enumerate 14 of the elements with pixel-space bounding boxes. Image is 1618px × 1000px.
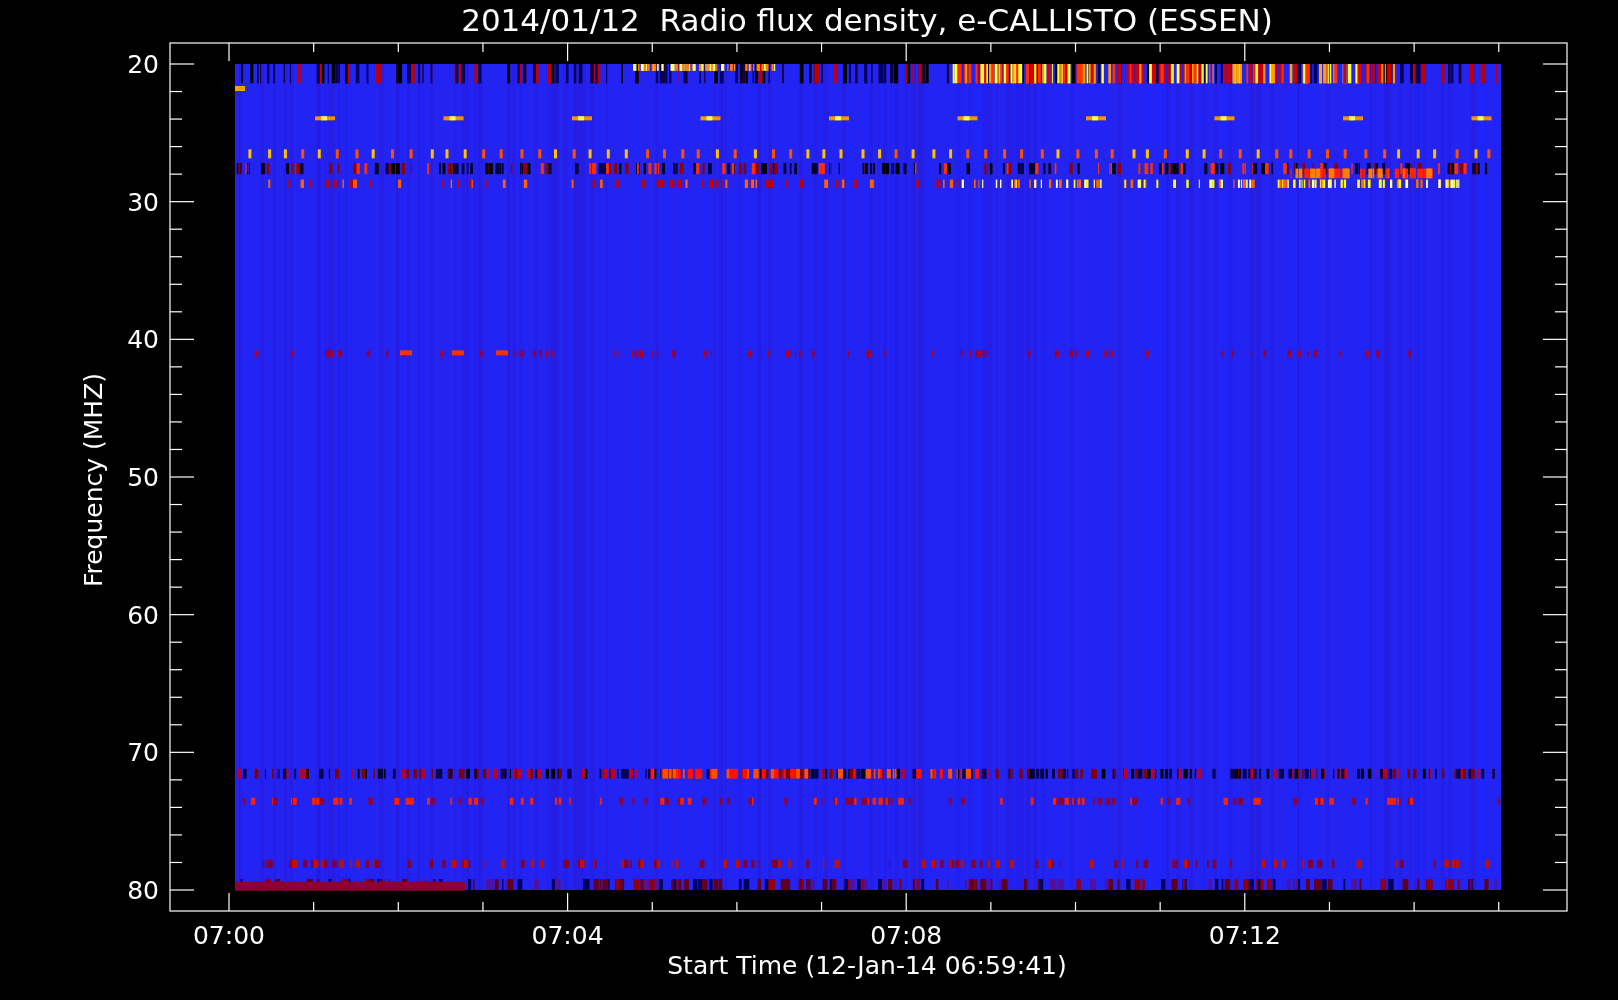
axis-title: Frequency (MHZ): [79, 372, 108, 588]
axis-tick-label: 70: [127, 738, 159, 768]
axis-tick-label: 80: [127, 876, 159, 905]
axis-tick-label: 60: [127, 600, 159, 630]
axis-tick-label: 07:00: [193, 921, 265, 950]
axis-tick-label: 07:08: [870, 921, 943, 950]
axis-tick-label: 07:04: [531, 921, 604, 950]
axis-tick-label: 40: [127, 325, 159, 355]
axis-tick-label: 07:12: [1208, 921, 1281, 950]
axis-title: Start Time (12-Jan-14 06:59:41): [667, 951, 1067, 980]
axis-tick-label: 50: [127, 463, 159, 492]
axis-tick-label: 30: [127, 187, 159, 217]
chart-title: 2014/01/12 Radio flux density, e-CALLISTO (ESSEN): [461, 2, 1273, 38]
axis-tick-label: 20: [127, 50, 159, 79]
